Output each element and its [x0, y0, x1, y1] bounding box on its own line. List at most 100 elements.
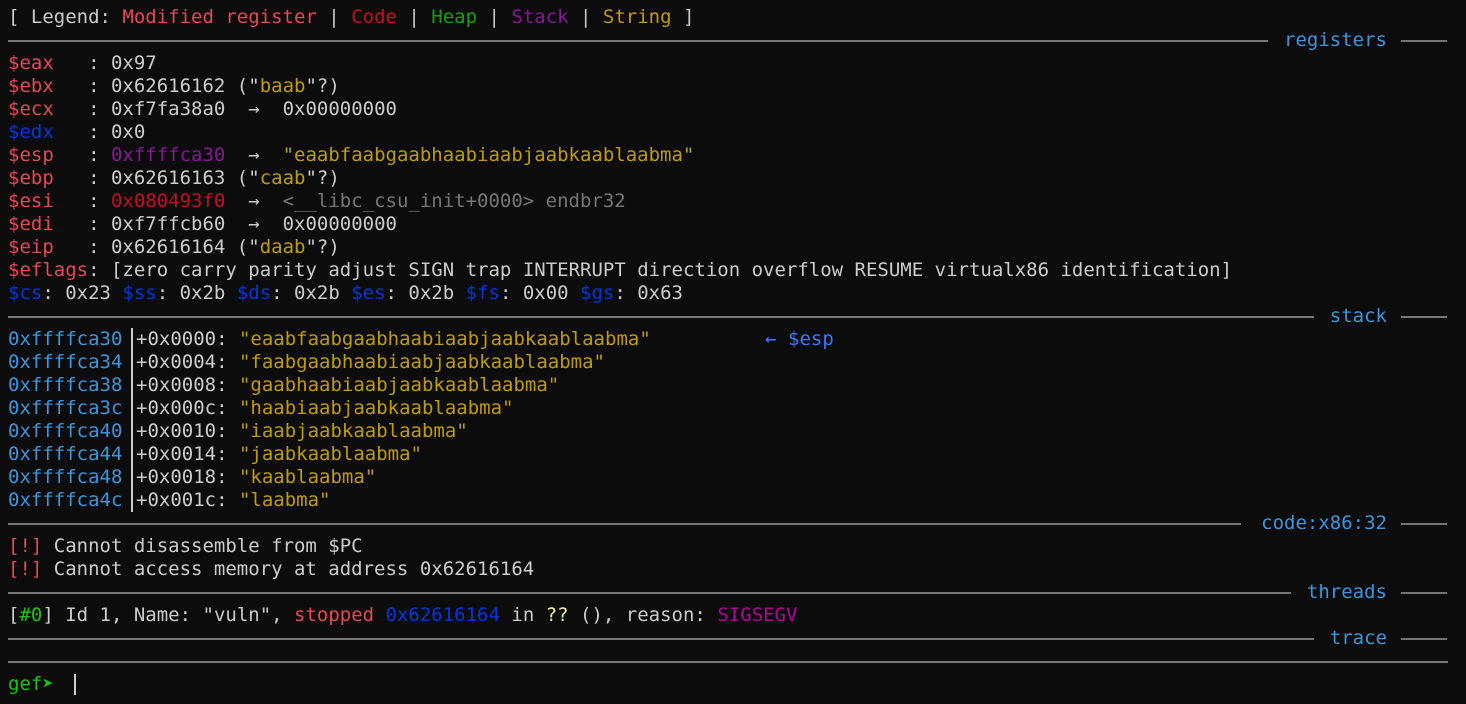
- segment-value: : 0x2b: [271, 282, 352, 304]
- legend-string: String: [602, 6, 672, 28]
- register-string-close: "?): [305, 75, 340, 97]
- trace-section-title: trace: [1329, 627, 1387, 649]
- code-error-line: [!] Cannot disassemble from $PC: [8, 535, 1466, 558]
- legend-line: [ Legend: Modified register | Code | Hea…: [8, 6, 1466, 29]
- stack-offset: +0x0000:: [136, 328, 239, 350]
- stack-address: 0xffffca4c: [8, 489, 123, 511]
- legend-pipe: |: [477, 6, 512, 28]
- prompt-line[interactable]: gef➤: [8, 673, 1466, 696]
- registers-separator: registers: [8, 29, 1448, 52]
- register-edi: $edi : 0xf7ffcb60 → 0x00000000: [8, 213, 1466, 236]
- eflags-flag-set: SIGN: [408, 259, 455, 281]
- stack-divider: [131, 443, 133, 466]
- legend-heap: Heap: [431, 6, 478, 28]
- stack-value: "kaablaabma": [238, 466, 377, 488]
- register-sep: :: [53, 144, 111, 166]
- stack-divider: [131, 466, 133, 489]
- stack-value: "jaabkaablaabma": [238, 443, 422, 465]
- stack-address: 0xffffca48: [8, 466, 123, 488]
- register-string-open: (": [225, 167, 260, 189]
- register-ebp: $ebp : 0x62616163 ("caab"?): [8, 167, 1466, 190]
- arrow-icon: →: [225, 213, 283, 235]
- arrow-icon: →: [225, 98, 283, 120]
- register-deref: 0x00000000: [282, 98, 397, 120]
- thread-reason: SIGSEGV: [717, 604, 798, 626]
- register-string-close: "?): [305, 236, 340, 258]
- register-eax: $eax : 0x97: [8, 52, 1466, 75]
- stack-value: "faabgaabhaabiaabjaabkaablaabma": [238, 351, 605, 373]
- register-sep: :: [53, 167, 111, 189]
- register-value: 0xffffca30: [110, 144, 226, 166]
- stack-row: 0xffffca48 +0x0018: "kaablaabma": [8, 466, 1466, 489]
- stack-address: 0xffffca34: [8, 351, 123, 373]
- separator-rule-right: [1401, 592, 1447, 594]
- eflags-flags: zero carry parity adjust: [122, 259, 409, 281]
- error-message: Cannot access memory at address 0x626161…: [42, 558, 535, 580]
- register-string-open: (": [225, 236, 260, 258]
- eflags-flags: virtualx86 identification: [923, 259, 1221, 281]
- stack-divider: [131, 420, 133, 443]
- register-deref: 0x00000000: [282, 213, 397, 235]
- register-name: $edi: [8, 213, 54, 235]
- code-separator: code:x86:32: [8, 512, 1448, 535]
- segment-name: $es: [351, 282, 386, 304]
- register-name: $edx: [8, 121, 54, 143]
- separator-rule-right: [1401, 638, 1447, 640]
- text-cursor[interactable]: [73, 674, 76, 695]
- legend-open: [ Legend:: [8, 6, 123, 28]
- segment-name: $ds: [236, 282, 272, 304]
- stack-value: "gaabhaabiaabjaabkaablaabma": [238, 374, 560, 396]
- thread-line: [#0] Id 1, Name: "vuln", stopped 0x62616…: [8, 604, 1466, 627]
- thread-bracket: [: [8, 604, 20, 626]
- stack-value: "haabiaabjaabkaablaabma": [238, 397, 514, 419]
- register-sep: :: [53, 190, 111, 212]
- register-edx: $edx : 0x0: [8, 121, 1466, 144]
- stack-divider: [131, 351, 133, 374]
- register-deref: <__libc_csu_init+0000> endbr32: [282, 190, 626, 212]
- error-tag: [!]: [8, 558, 43, 580]
- segment-value: : 0x23: [42, 282, 123, 304]
- stack-divider: [131, 374, 133, 397]
- stack-address: 0xffffca40: [8, 420, 123, 442]
- legend-close: ]: [671, 6, 695, 28]
- stack-offset: +0x000c:: [136, 397, 239, 419]
- eflags-flags: direction overflow: [625, 259, 855, 281]
- gef-prompt: gef➤: [8, 673, 54, 695]
- stack-divider: [131, 489, 133, 512]
- segment-name: $cs: [8, 282, 43, 304]
- segment-value: : 0x2b: [156, 282, 237, 304]
- separator-rule-right: [1401, 316, 1447, 318]
- register-sep: :: [53, 121, 111, 143]
- register-name: $eip: [8, 236, 54, 258]
- segment-name: $fs: [465, 282, 500, 304]
- gdb-terminal[interactable]: [ Legend: Modified register | Code | Hea…: [0, 0, 1466, 704]
- stack-value: "laabma": [238, 489, 331, 511]
- stack-divider: [131, 328, 133, 351]
- stack-row: 0xffffca34 +0x0004: "faabgaabhaabiaabjaab…: [8, 351, 1466, 374]
- stack-row: 0xffffca4c +0x001c: "laabma": [8, 489, 1466, 512]
- register-sep: :: [53, 75, 111, 97]
- arrow-icon: →: [225, 190, 283, 212]
- eflags-flag-set: INTERRUPT: [522, 259, 626, 281]
- stack-offset: +0x001c:: [136, 489, 239, 511]
- register-value: 0x080493f0: [110, 190, 226, 212]
- stack-section-title: stack: [1329, 305, 1387, 327]
- bottom-separator: [8, 650, 1448, 673]
- register-string-open: (": [225, 75, 260, 97]
- threads-section-title: threads: [1306, 581, 1387, 603]
- register-value: 0x97: [110, 52, 157, 74]
- register-value: 0xf7fa38a0: [110, 98, 226, 120]
- register-ecx: $ecx : 0xf7fa38a0 → 0x00000000: [8, 98, 1466, 121]
- stack-address: 0xffffca3c: [8, 397, 123, 419]
- thread-id: #0: [19, 604, 43, 626]
- legend-pipe: |: [316, 6, 352, 28]
- register-sep: :: [88, 259, 111, 281]
- stack-value: "iaabjaabkaablaabma": [238, 420, 468, 442]
- segment-value: : 0x00: [499, 282, 581, 304]
- thread-space: [374, 604, 385, 626]
- legend-modified-register: Modified register: [122, 6, 317, 28]
- stack-address: 0xffffca30: [8, 328, 123, 350]
- register-sep: :: [53, 52, 111, 74]
- eflags-open: [: [110, 259, 123, 281]
- register-name: $ebp: [8, 167, 54, 189]
